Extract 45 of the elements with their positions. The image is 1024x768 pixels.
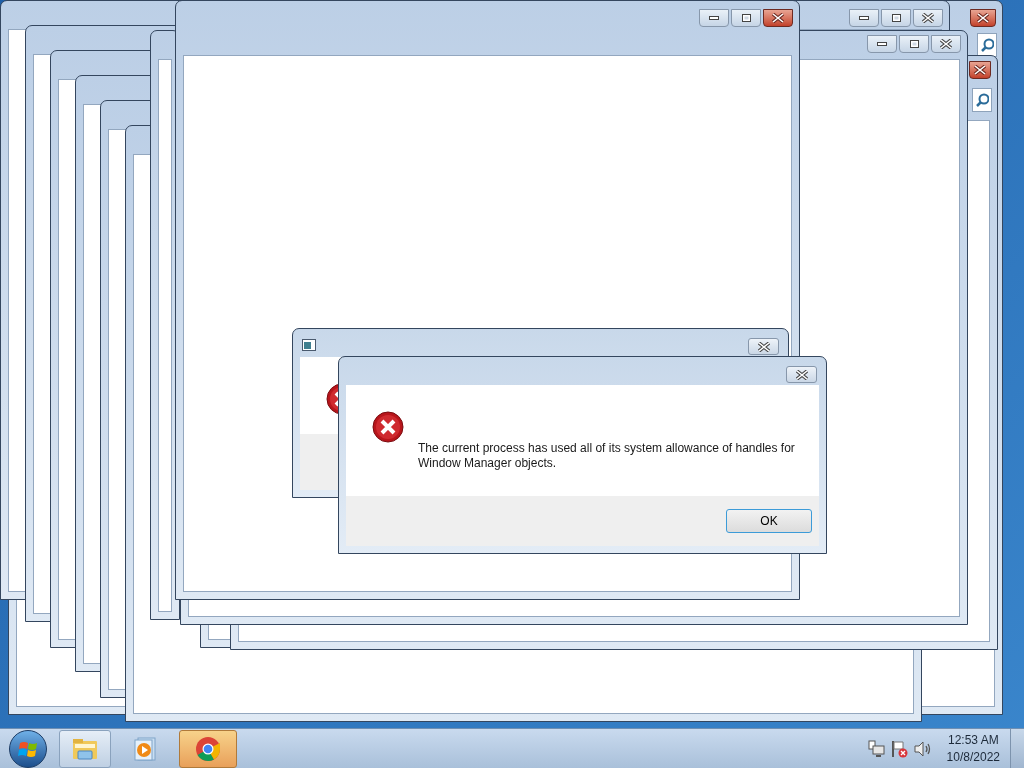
close-icon (922, 13, 934, 23)
windows-logo-icon (18, 739, 38, 758)
maximize-button[interactable] (899, 35, 929, 53)
maximize-icon (909, 40, 919, 48)
minimize-icon (877, 42, 887, 46)
clock-date[interactable]: 10/8/2022 (946, 748, 1000, 766)
minimize-icon (859, 16, 869, 20)
search-box[interactable] (977, 33, 997, 57)
maximize-button[interactable] (731, 9, 761, 27)
minimize-icon (709, 16, 719, 20)
minimize-button[interactable] (867, 35, 897, 53)
maximize-icon (891, 14, 901, 22)
minimize-button[interactable] (699, 9, 729, 27)
clock-time[interactable]: 12:53 AM (947, 731, 999, 749)
close-button[interactable] (786, 366, 817, 383)
close-button[interactable] (763, 9, 793, 27)
folder-icon (72, 736, 98, 761)
search-box[interactable] (972, 88, 992, 112)
taskbar-button[interactable] (179, 729, 237, 768)
close-icon (757, 341, 770, 352)
search-icon (980, 38, 994, 52)
media-player-icon (134, 736, 156, 761)
start-button[interactable] (9, 729, 47, 768)
network-icon[interactable] (867, 740, 885, 757)
flag-icon[interactable] (890, 739, 908, 758)
close-button[interactable] (970, 9, 996, 27)
window-icon (302, 339, 316, 351)
ok-button[interactable]: OK (726, 509, 812, 533)
error-message: The current process has used all of its system allowance of handles for Window Manager objects. (417, 441, 796, 471)
close-button[interactable] (748, 338, 779, 355)
maximize-icon (741, 14, 751, 22)
close-icon (940, 39, 952, 49)
close-icon (795, 369, 808, 380)
close-icon (974, 65, 986, 75)
close-icon (772, 13, 784, 23)
close-button[interactable] (913, 9, 943, 27)
close-icon (977, 13, 989, 23)
minimize-button[interactable] (849, 9, 879, 27)
chrome-icon (195, 735, 221, 762)
close-button[interactable] (969, 61, 991, 79)
maximize-button[interactable] (881, 9, 911, 27)
speaker-icon[interactable] (913, 739, 932, 758)
search-icon (975, 93, 989, 107)
error-icon (372, 411, 404, 443)
close-button[interactable] (931, 35, 961, 53)
